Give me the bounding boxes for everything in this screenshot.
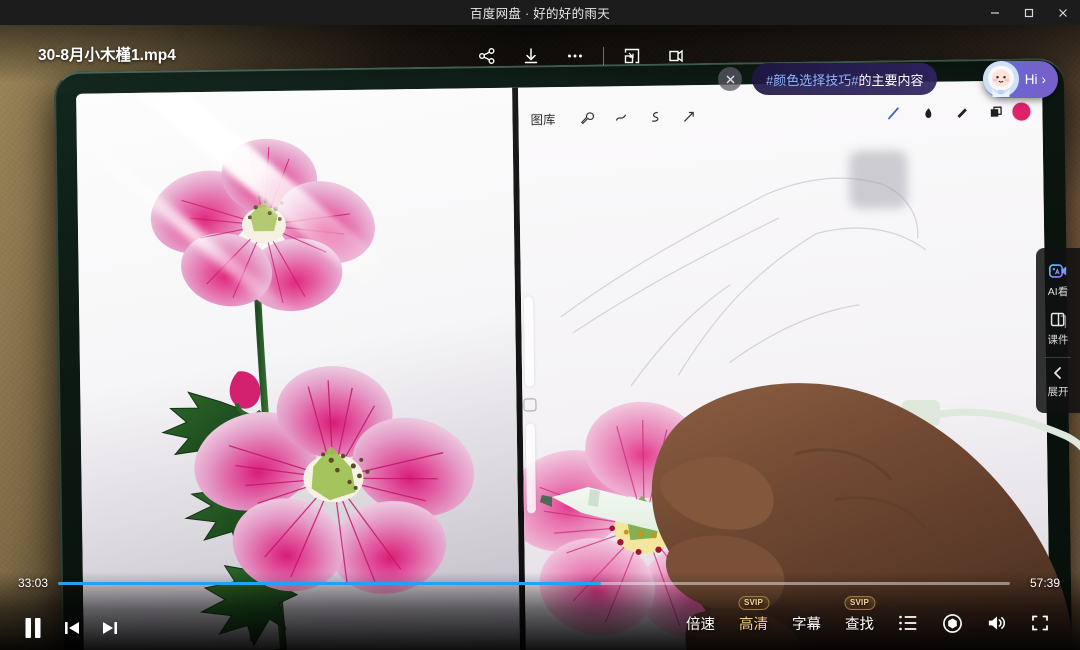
player-options: 倍速 SVIP 高清 字幕 SVIP 查找	[674, 606, 1062, 640]
color-swatch[interactable]	[1012, 102, 1030, 120]
gallery-button[interactable]: 图库	[530, 109, 555, 128]
dock-item-expand[interactable]: 展开	[1036, 360, 1080, 405]
modify-button[interactable]	[523, 398, 536, 411]
cast-icon[interactable]	[654, 39, 698, 73]
wrench-icon[interactable]	[569, 104, 603, 130]
topic-suggestion-pill[interactable]: #颜色选择技巧# 的主要内容	[752, 63, 937, 95]
adjustments-icon[interactable]	[603, 104, 637, 130]
quality-button[interactable]: SVIP 高清	[727, 609, 780, 638]
minimize-icon[interactable]	[978, 0, 1012, 25]
top-action-icons	[465, 39, 698, 73]
search-label: 查找	[845, 617, 874, 633]
pause-button[interactable]	[22, 616, 44, 640]
video-player-window: 百度网盘 · 好的好的雨天	[0, 0, 1080, 650]
svip-badge-quality: SVIP	[738, 596, 769, 610]
selection-icon[interactable]	[637, 103, 671, 129]
toolbar-separator	[603, 47, 604, 65]
download-icon[interactable]	[509, 39, 553, 73]
blurred-ui-blob	[849, 150, 908, 209]
progress-bar[interactable]	[58, 582, 1010, 585]
current-time: 33:03	[18, 576, 48, 590]
chevron-left-icon	[1050, 365, 1066, 381]
volume-button[interactable]	[974, 606, 1018, 640]
picture-in-picture-icon[interactable]	[610, 39, 654, 73]
layers-icon[interactable]	[978, 99, 1012, 125]
courseware-icon	[1049, 310, 1068, 329]
share-icon[interactable]	[465, 39, 509, 73]
dock-divider	[1045, 357, 1071, 358]
more-icon[interactable]	[553, 39, 597, 73]
dock-item-ai-watch[interactable]: AI看	[1036, 256, 1080, 305]
transform-icon[interactable]	[671, 103, 705, 129]
player-top-toolbar: 30-8月小木槿1.mp4	[0, 25, 1080, 83]
greeting-text: Hi	[1025, 72, 1038, 87]
playback-speed-button[interactable]: 倍速	[674, 609, 727, 638]
window-title: 百度网盘 · 好的好的雨天	[470, 3, 610, 22]
window-title-bar: 百度网盘 · 好的好的雨天	[0, 0, 1080, 25]
brush-size-slider[interactable]	[524, 296, 534, 386]
playlist-button[interactable]	[886, 606, 930, 640]
dock-label-expand: 展开	[1048, 384, 1069, 399]
pencil-sketch-lines	[519, 130, 1047, 397]
previous-button[interactable]	[62, 618, 82, 638]
chevron-right-icon: ›	[1042, 72, 1047, 87]
total-time: 57:39	[1030, 576, 1060, 590]
search-button[interactable]: SVIP 查找	[833, 609, 886, 638]
close-icon[interactable]	[1046, 0, 1080, 25]
reference-photo-pane	[76, 88, 520, 650]
player-bottom-bar: 33:03 57:39 倍速	[0, 572, 1080, 650]
next-button[interactable]	[100, 618, 120, 638]
procreate-toolbar: 图库	[518, 94, 1042, 135]
ai-video-icon	[1048, 261, 1068, 281]
fullscreen-icon	[1030, 613, 1050, 633]
right-side-dock: AI看 课件 展开	[1036, 248, 1080, 413]
topic-tag: #颜色选择技巧#	[766, 70, 858, 89]
avatar	[982, 60, 1020, 98]
playback-speed-label: 倍速	[686, 617, 715, 633]
record-icon	[942, 613, 963, 634]
record-button[interactable]	[930, 606, 974, 640]
svip-badge-search: SVIP	[844, 596, 875, 610]
playlist-icon	[898, 614, 918, 632]
window-control-group	[978, 0, 1080, 25]
eraser-icon[interactable]	[944, 99, 978, 125]
video-surface[interactable]: 图库	[0, 25, 1080, 650]
volume-icon	[986, 613, 1007, 633]
subtitle-label: 字幕	[792, 617, 821, 633]
playback-controls	[22, 616, 120, 640]
dock-item-courseware[interactable]: 课件	[1036, 305, 1080, 353]
dock-label-ai-watch: AI看	[1048, 284, 1068, 299]
topic-suffix: 的主要内容	[858, 70, 923, 89]
fullscreen-button[interactable]	[1018, 606, 1062, 640]
reference-flower-photo	[76, 98, 520, 650]
brush-icon[interactable]	[876, 100, 910, 126]
account-pill[interactable]: Hi ›	[983, 61, 1058, 98]
quality-label: 高清	[739, 617, 768, 633]
smudge-icon[interactable]	[910, 100, 944, 126]
dock-label-courseware: 课件	[1048, 332, 1069, 347]
progress-fill	[58, 582, 601, 585]
maximize-icon[interactable]	[1012, 0, 1046, 25]
account-greeting: Hi ›	[1025, 72, 1046, 87]
topic-close-button[interactable]	[718, 67, 742, 91]
file-title: 30-8月小木槿1.mp4	[38, 43, 176, 65]
subtitle-button[interactable]: 字幕	[780, 609, 833, 638]
